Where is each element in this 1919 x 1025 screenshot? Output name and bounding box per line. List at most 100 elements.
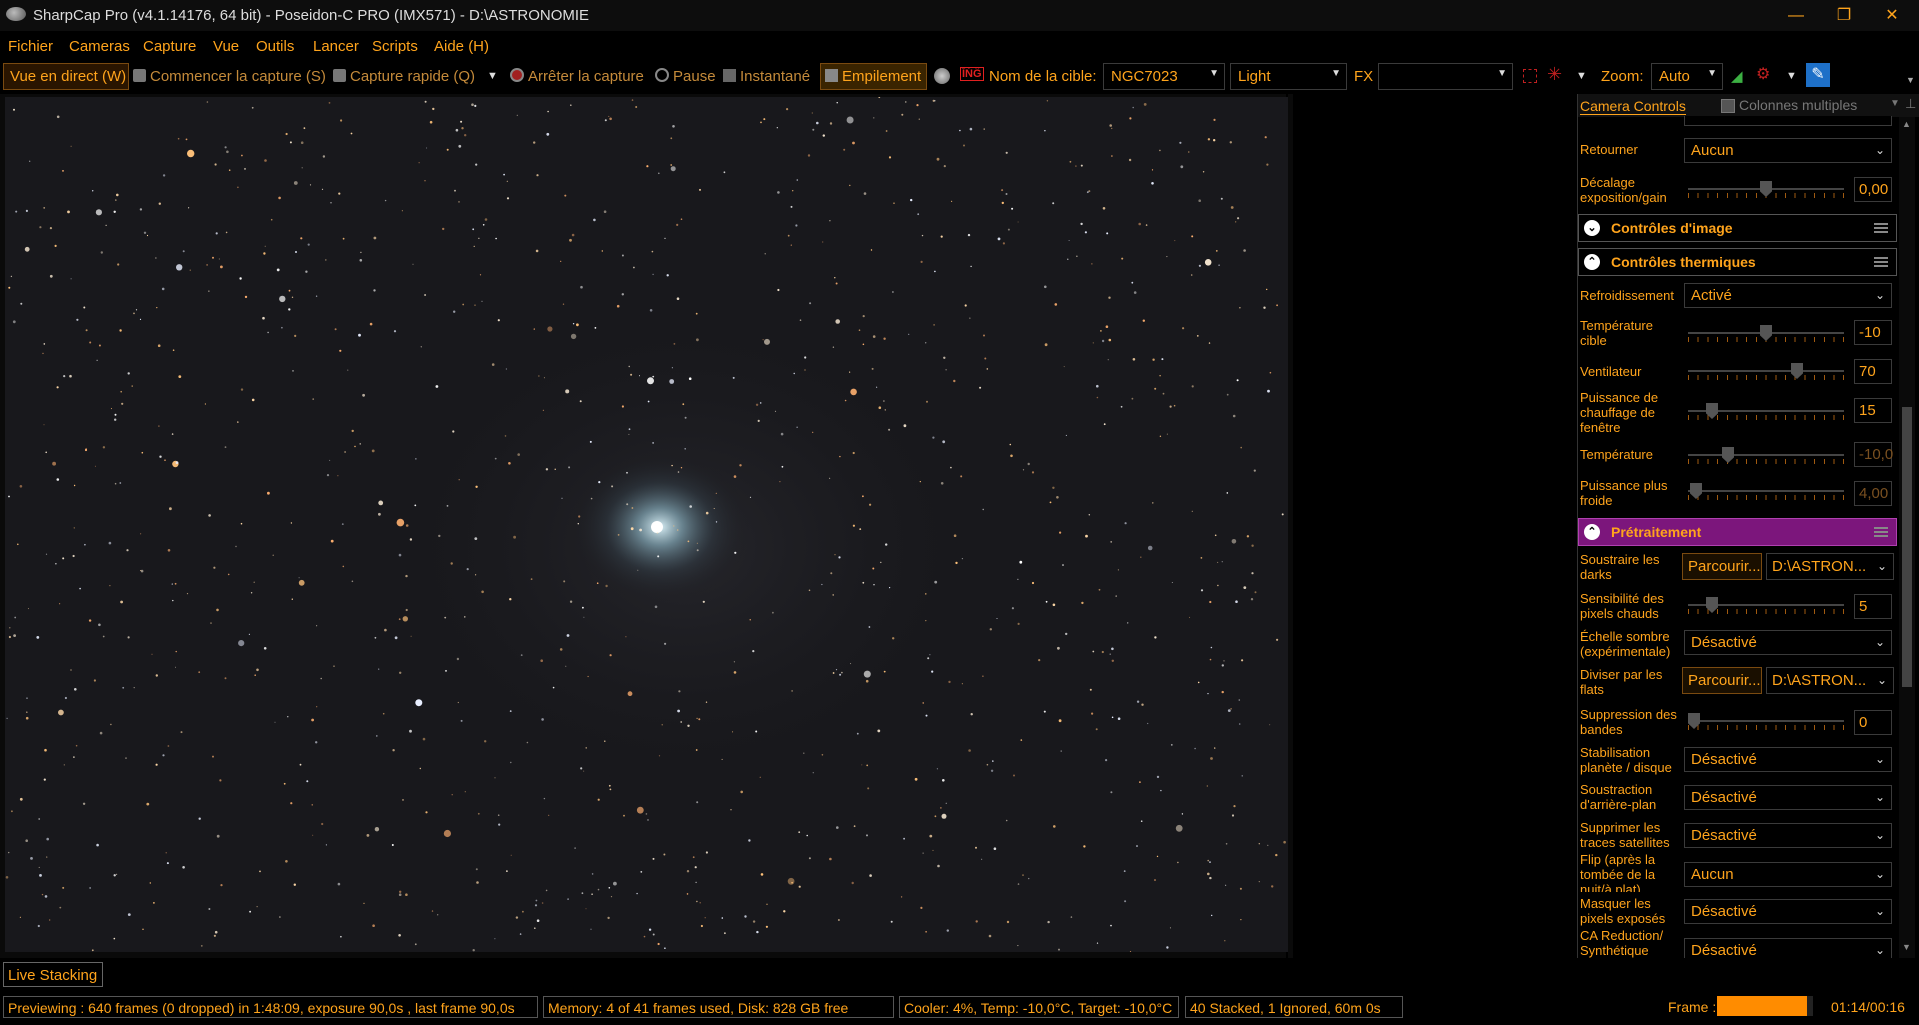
section-menu-icon[interactable] bbox=[1874, 527, 1888, 537]
section-menu-icon[interactable] bbox=[1874, 257, 1888, 267]
tool-pin-icon[interactable]: ✎ bbox=[1806, 63, 1830, 87]
mask-dropdown[interactable]: Désactivé ⌄ bbox=[1684, 899, 1892, 924]
star bbox=[696, 900, 698, 903]
live-view-button[interactable]: Vue en direct (W) bbox=[3, 63, 129, 90]
planet-icon[interactable] bbox=[934, 68, 950, 84]
frame-time: 01:14/00:16 bbox=[1831, 999, 1905, 1015]
fx-combo[interactable]: ▼ bbox=[1378, 63, 1513, 90]
crosshair-icon[interactable]: ✳ bbox=[1547, 64, 1562, 85]
flats-path-dropdown[interactable]: D:\ASTRON... ⌄ bbox=[1766, 667, 1894, 694]
star bbox=[1151, 182, 1154, 185]
frame-type-combo[interactable]: Light ▼ bbox=[1230, 63, 1347, 90]
target-temp-slider[interactable] bbox=[1688, 322, 1844, 344]
satellite-label: Supprimer les traces satellites bbox=[1580, 820, 1670, 850]
menu-lancer[interactable]: Lancer bbox=[313, 38, 359, 55]
camera-controls-tab[interactable]: Camera Controls bbox=[1580, 98, 1686, 115]
flats-browse-button[interactable]: Parcourir... bbox=[1682, 667, 1762, 694]
heater-slider[interactable] bbox=[1688, 400, 1844, 422]
darks-browse-button[interactable]: Parcourir... bbox=[1682, 553, 1762, 580]
pause-label: Pause bbox=[673, 68, 716, 85]
star bbox=[264, 245, 266, 247]
star bbox=[359, 259, 363, 262]
star bbox=[405, 893, 408, 896]
star bbox=[372, 924, 375, 927]
menu-scripts[interactable]: Scripts bbox=[372, 38, 418, 55]
stacking-button[interactable]: Empilement bbox=[820, 63, 927, 90]
live-stacking-tab[interactable]: Live Stacking bbox=[3, 962, 104, 987]
clipped-dropdown[interactable] bbox=[1684, 116, 1892, 126]
central-star bbox=[651, 521, 663, 533]
star bbox=[435, 385, 439, 388]
star bbox=[307, 243, 310, 246]
overlay-dropdown-chevron-icon[interactable]: ▼ bbox=[1576, 70, 1587, 82]
zoom-combo[interactable]: Auto ▼ bbox=[1651, 63, 1723, 90]
banding-slider[interactable] bbox=[1688, 710, 1844, 732]
snapshot-button[interactable]: Instantané bbox=[723, 68, 810, 85]
target-temp-field[interactable]: -10 bbox=[1854, 320, 1892, 345]
toolbar-overflow-icon[interactable]: ▼ bbox=[1906, 75, 1915, 85]
star bbox=[628, 433, 630, 435]
panel-menu-chevron-icon[interactable]: ▼ bbox=[1890, 98, 1900, 109]
image-viewer[interactable] bbox=[0, 94, 1288, 958]
hot-pixels-field[interactable]: 5 bbox=[1854, 594, 1892, 619]
menu-outils[interactable]: Outils bbox=[256, 38, 294, 55]
capture-dropdown-chevron-icon[interactable]: ▼ bbox=[487, 70, 498, 82]
star bbox=[880, 561, 882, 564]
pin-icon[interactable]: ⊥ bbox=[1905, 96, 1916, 112]
stop-capture-button[interactable]: Arrêter la capture bbox=[510, 68, 644, 85]
fan-slider[interactable] bbox=[1688, 360, 1844, 382]
star bbox=[431, 910, 434, 912]
star bbox=[574, 847, 576, 849]
quick-capture-button[interactable]: Capture rapide (Q) bbox=[333, 68, 475, 85]
star bbox=[510, 854, 512, 856]
menu-aide[interactable]: Aide (H) bbox=[434, 38, 489, 55]
pause-button[interactable]: Pause bbox=[655, 68, 716, 85]
flip-dropdown[interactable]: Aucun ⌄ bbox=[1684, 138, 1892, 163]
thermal-controls-section-header[interactable]: ⌃ Contrôles thermiques bbox=[1578, 248, 1897, 276]
roi-icon[interactable] bbox=[1523, 69, 1537, 83]
scrollbar-thumb[interactable] bbox=[1902, 407, 1912, 687]
star bbox=[30, 857, 33, 860]
hot-pixels-slider[interactable] bbox=[1688, 594, 1844, 616]
polar-align-icon[interactable]: ⚙ bbox=[1756, 64, 1770, 84]
star bbox=[762, 339, 764, 341]
menu-vue[interactable]: Vue bbox=[213, 38, 239, 55]
panel-scrollbar[interactable]: ▲ ▼ bbox=[1899, 117, 1915, 958]
tools-dropdown-chevron-icon[interactable]: ▼ bbox=[1786, 70, 1797, 82]
menu-cameras[interactable]: Cameras bbox=[69, 38, 130, 55]
ca-dropdown[interactable]: Désactivé ⌄ bbox=[1684, 938, 1892, 958]
dark-scale-dropdown[interactable]: Désactivé ⌄ bbox=[1684, 630, 1892, 655]
star bbox=[241, 154, 243, 157]
menu-capture[interactable]: Capture bbox=[143, 38, 196, 55]
satellite-dropdown[interactable]: Désactivé ⌄ bbox=[1684, 823, 1892, 848]
restore-button[interactable]: ❐ bbox=[1821, 0, 1867, 31]
target-name-combo[interactable]: NGC7023 ▼ bbox=[1103, 63, 1225, 90]
star bbox=[220, 884, 223, 887]
histogram-icon[interactable]: ◢ bbox=[1731, 67, 1743, 85]
offset-slider[interactable] bbox=[1688, 178, 1844, 200]
star bbox=[1136, 700, 1140, 703]
image-controls-section-header[interactable]: ⌄ Contrôles d'image bbox=[1578, 214, 1897, 242]
stabilization-dropdown[interactable]: Désactivé ⌄ bbox=[1684, 747, 1892, 772]
start-capture-button[interactable]: Commencer la capture (S) bbox=[133, 68, 326, 85]
preprocessing-section-header[interactable]: ⌃ Prétraitement bbox=[1578, 518, 1897, 546]
fan-field[interactable]: 70 bbox=[1854, 359, 1892, 384]
minimize-button[interactable]: — bbox=[1773, 0, 1819, 31]
fits-header-icon[interactable]: ĪŃĜ bbox=[960, 67, 984, 81]
section-menu-icon[interactable] bbox=[1874, 223, 1888, 233]
background-dropdown[interactable]: Désactivé ⌄ bbox=[1684, 785, 1892, 810]
banding-field[interactable]: 0 bbox=[1854, 710, 1892, 735]
offset-value-field[interactable]: 0,00 bbox=[1854, 177, 1892, 202]
flip-night-dropdown[interactable]: Aucun ⌄ bbox=[1684, 862, 1892, 887]
close-button[interactable]: ✕ bbox=[1869, 0, 1915, 31]
star bbox=[374, 827, 380, 832]
star bbox=[1052, 202, 1055, 205]
scroll-down-icon[interactable]: ▼ bbox=[1902, 942, 1911, 952]
heater-field[interactable]: 15 bbox=[1854, 398, 1892, 423]
scroll-up-icon[interactable]: ▲ bbox=[1902, 119, 1911, 129]
darks-path-dropdown[interactable]: D:\ASTRON... ⌄ bbox=[1766, 553, 1894, 580]
star bbox=[1053, 825, 1056, 828]
menu-fichier[interactable]: Fichier bbox=[8, 38, 53, 55]
cooling-dropdown[interactable]: Activé ⌄ bbox=[1684, 283, 1892, 308]
multi-columns-checkbox[interactable] bbox=[1721, 99, 1735, 113]
